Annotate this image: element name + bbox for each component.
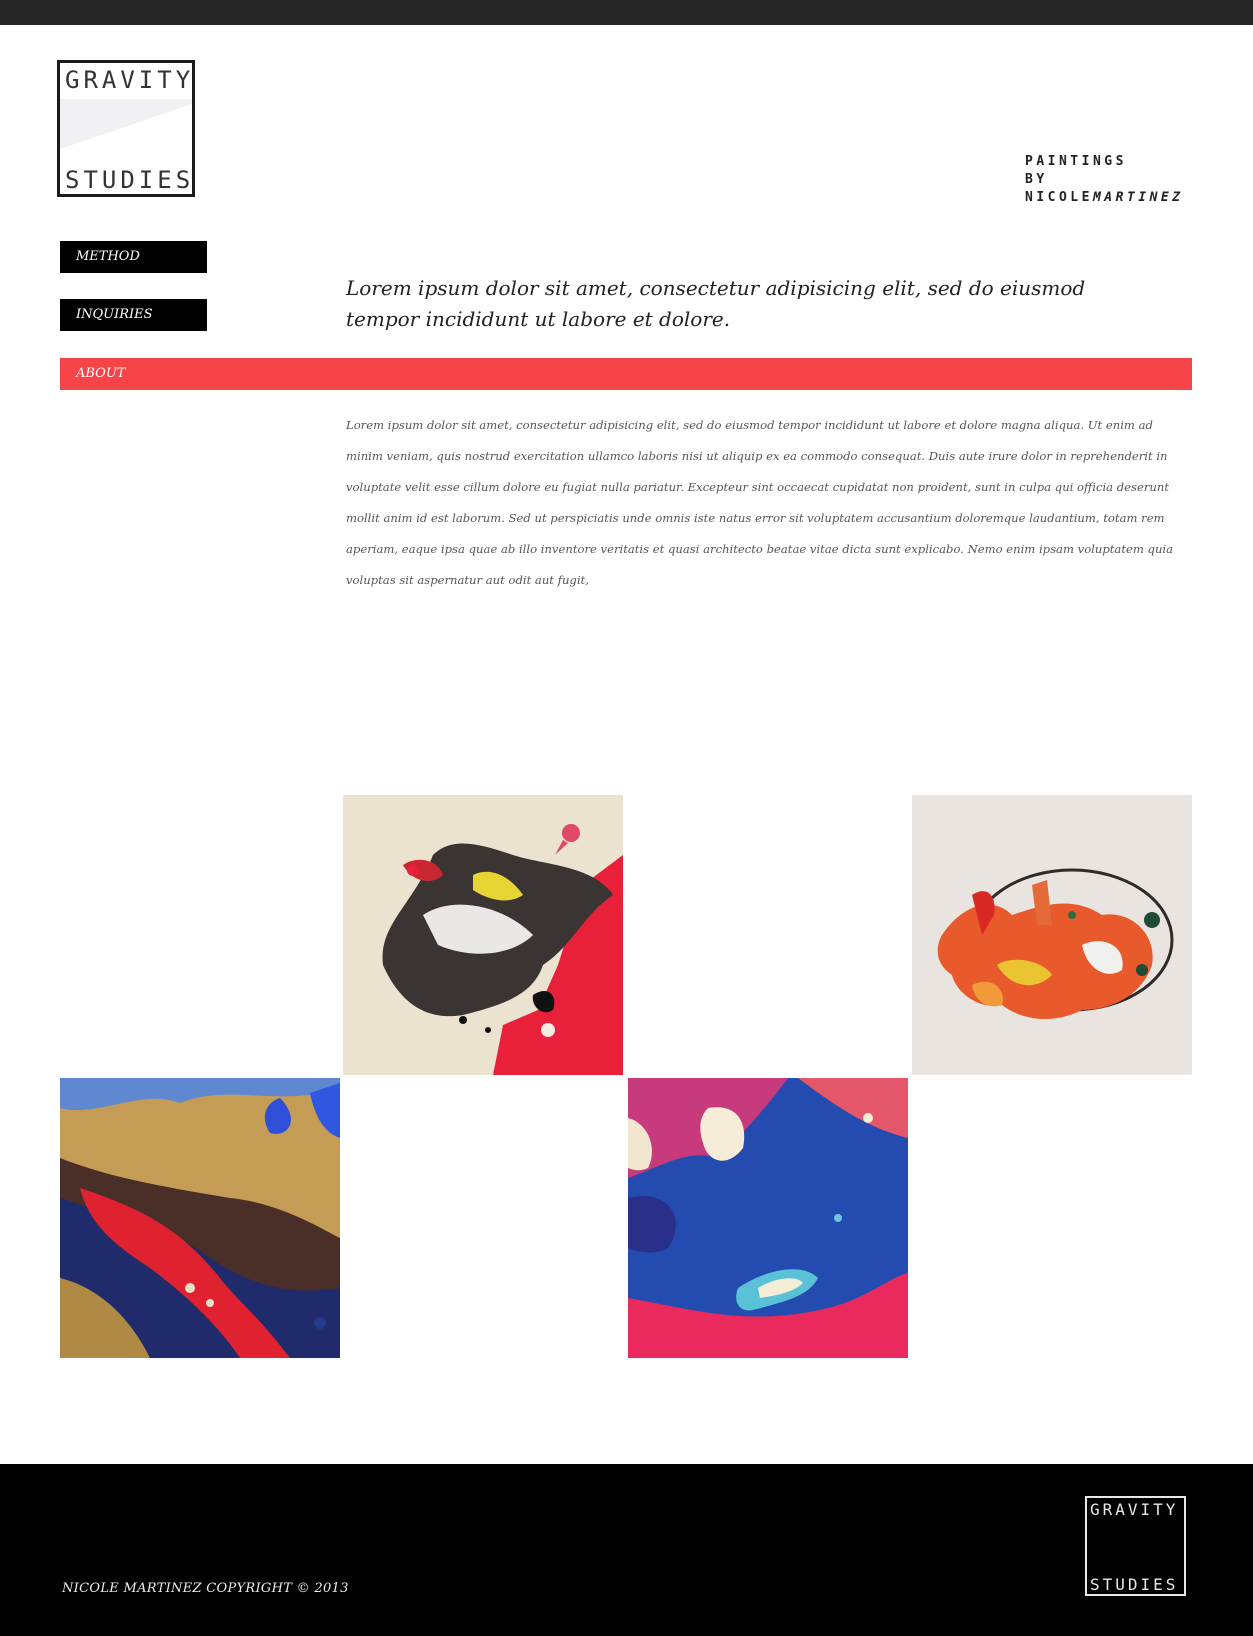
painting-thumbnail-2[interactable] [912, 795, 1192, 1075]
nav-about-button[interactable]: ABOUT [60, 358, 1192, 390]
footer-logo-text-bottom: STUDIES [1090, 1575, 1179, 1594]
logo-text-top: GRAVITY [65, 66, 195, 94]
painting-image [60, 1078, 340, 1358]
painting-image [912, 795, 1192, 1075]
about-paragraph: Lorem ipsum dolor sit amet, consectetur … [346, 418, 1174, 587]
intro-heading: Lorem ipsum dolor sit amet, consectetur … [346, 276, 1086, 331]
tagline-line-paintings: PAINTINGS [1025, 154, 1127, 169]
footer-logo[interactable]: GRAVITY STUDIES [1085, 1496, 1186, 1596]
painting-thumbnail-1[interactable] [343, 795, 623, 1075]
site-tagline: PAINTINGS BY NICOLEMARTINEZ [1025, 153, 1184, 207]
tagline-line-by: BY [1025, 172, 1048, 187]
footer-logo-text-top: GRAVITY [1090, 1500, 1179, 1519]
tagline-first-name: NICOLE [1025, 190, 1093, 205]
painting-thumbnail-4[interactable] [628, 1078, 908, 1358]
top-bar [0, 0, 1253, 25]
site-footer [0, 1464, 1253, 1636]
tagline-artist-name: NICOLEMARTINEZ [1025, 189, 1184, 207]
nav-method-button[interactable]: METHOD [60, 241, 207, 273]
nav-inquiries-button[interactable]: INQUIRIES [60, 299, 207, 331]
footer-copyright: NICOLE MARTINEZ COPYRIGHT © 2013 [62, 1581, 349, 1596]
logo-text-bottom: STUDIES [65, 166, 195, 194]
painting-thumbnail-3[interactable] [60, 1078, 340, 1358]
painting-image [343, 795, 623, 1075]
tagline-last-name: MARTINEZ [1092, 190, 1184, 205]
painting-image [628, 1078, 908, 1358]
gravity-studies-logo[interactable]: GRAVITY STUDIES [57, 60, 195, 197]
